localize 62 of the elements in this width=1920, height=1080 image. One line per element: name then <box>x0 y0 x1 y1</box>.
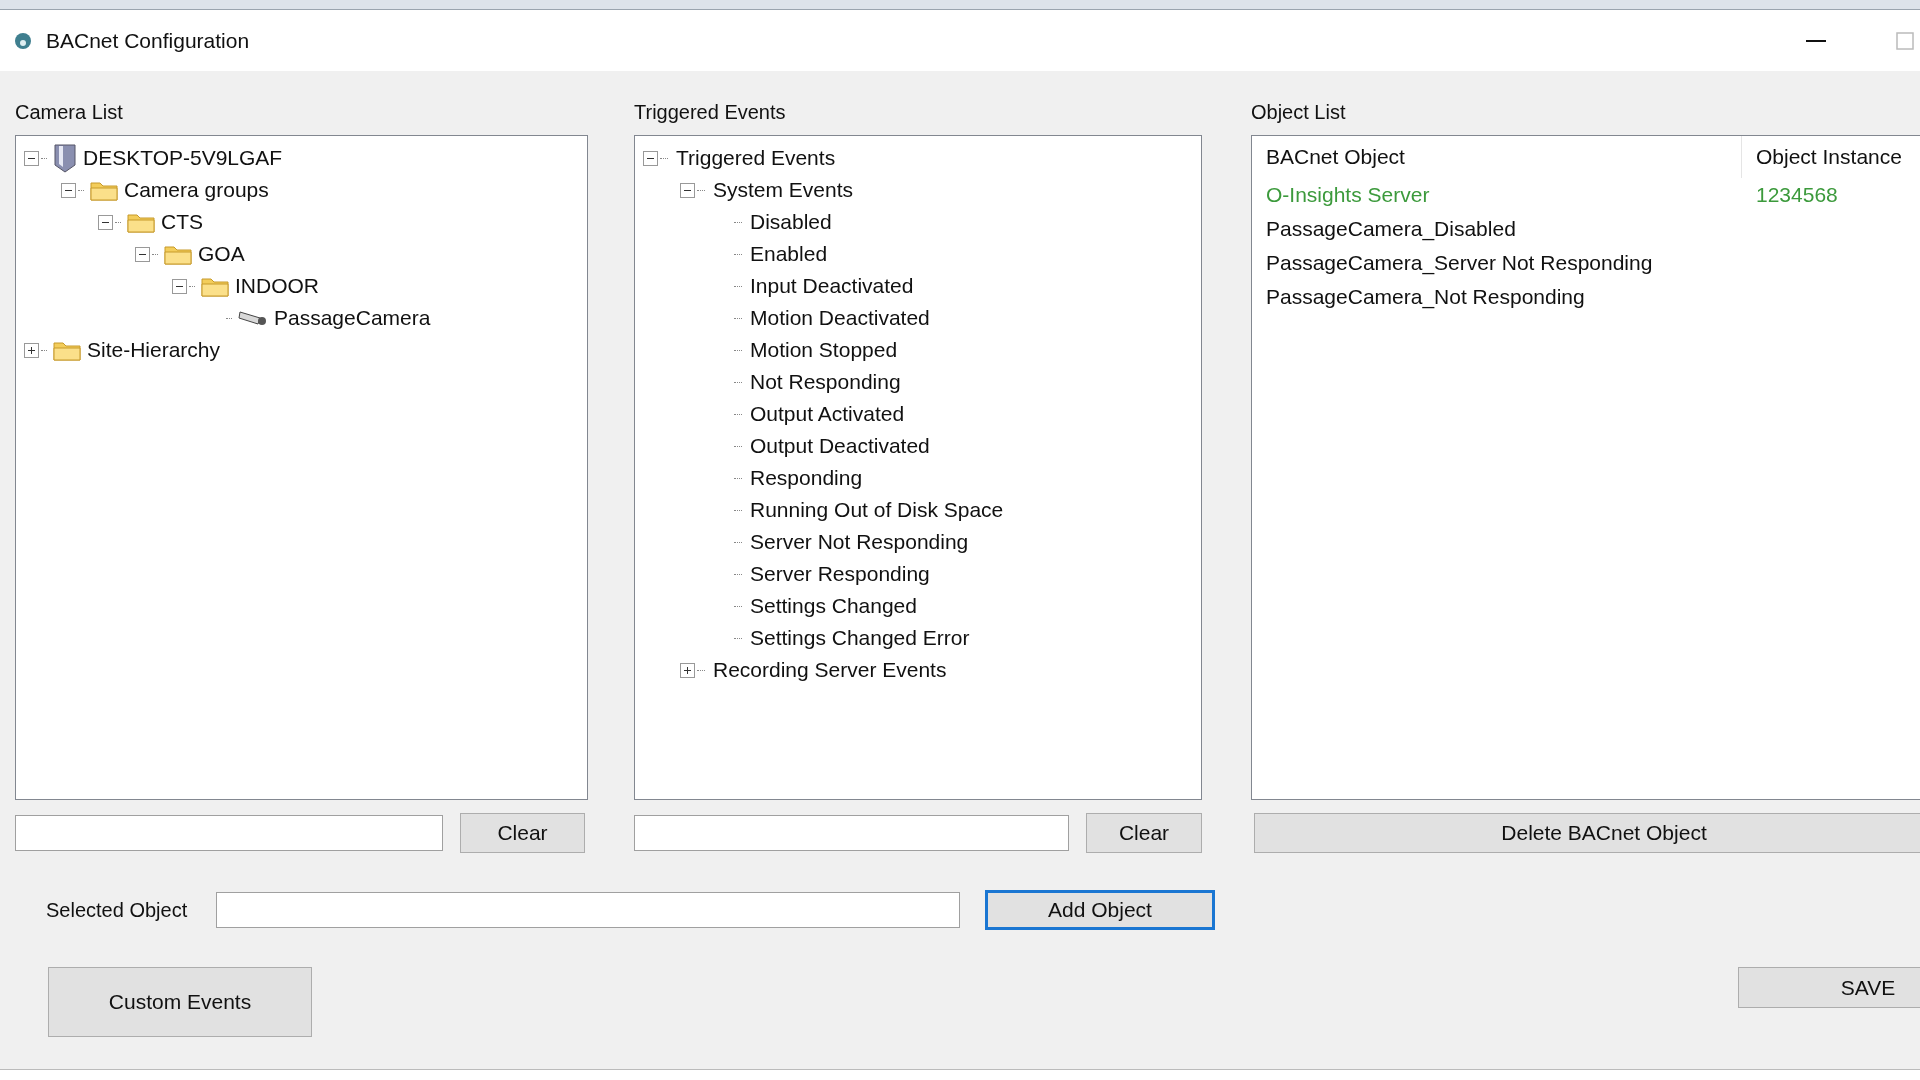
folder-icon <box>90 179 118 201</box>
tree-item[interactable]: Enabled <box>750 242 828 266</box>
tree-item[interactable]: Site-Hierarchy <box>87 338 221 362</box>
tree-item[interactable]: PassageCamera <box>274 306 431 330</box>
field-label: Selected Object <box>46 898 189 922</box>
expand-toggle[interactable] <box>24 342 39 358</box>
save-button[interactable]: SAVE <box>1738 967 1920 1008</box>
tree-item[interactable]: GOA <box>198 242 245 266</box>
column-header[interactable]: Object Instance <box>1742 136 1920 178</box>
tree-item[interactable]: CTS <box>161 210 203 234</box>
tree-item[interactable]: Server Responding <box>750 562 930 586</box>
tree-item[interactable]: Server Not Responding <box>750 530 969 554</box>
camera-icon <box>238 309 268 327</box>
collapse-toggle[interactable] <box>172 278 187 294</box>
folder-icon <box>53 339 81 361</box>
table-cell-text: O-Insights Server <box>1265 183 1431 207</box>
panel-label: Triggered Events <box>634 101 786 125</box>
tree-item[interactable]: Settings Changed Error <box>750 626 970 650</box>
tree-item[interactable]: DESKTOP-5V9LGAF <box>83 146 283 170</box>
folder-icon <box>201 275 229 297</box>
expand-toggle[interactable] <box>680 662 695 678</box>
tree-item[interactable]: Recording Server Events <box>713 658 947 682</box>
window-title: BACnet Configuration <box>46 28 251 53</box>
tree-item[interactable]: Not Responding <box>750 370 901 394</box>
tree-item[interactable]: INDOOR <box>235 274 319 298</box>
tree-item[interactable]: System Events <box>713 178 854 202</box>
collapse-toggle[interactable] <box>643 150 658 166</box>
tree-item[interactable]: Settings Changed <box>750 594 917 618</box>
clear-button[interactable]: Clear <box>460 813 585 853</box>
folder-icon <box>164 243 192 265</box>
tree-item[interactable]: Disabled <box>750 210 832 234</box>
server-icon <box>53 143 77 173</box>
collapse-toggle[interactable] <box>680 182 695 198</box>
tree-item[interactable]: Output Activated <box>750 402 905 426</box>
delete-button[interactable]: Delete BACnet Object <box>1254 813 1920 853</box>
column-header[interactable]: BACnet Object <box>1252 136 1742 178</box>
search-field[interactable] <box>634 815 1069 851</box>
tree-item[interactable]: Motion Stopped <box>750 338 898 362</box>
collapse-toggle[interactable] <box>135 246 150 262</box>
search-field[interactable] <box>15 815 443 851</box>
tree-item[interactable]: Motion Deactivated <box>750 306 930 330</box>
tree-item[interactable]: Triggered Events <box>676 146 836 170</box>
tree-item[interactable]: Output Deactivated <box>750 434 930 458</box>
selected-object-field[interactable] <box>216 892 960 928</box>
collapse-toggle[interactable] <box>98 214 113 230</box>
panel-label: Camera List <box>15 101 123 125</box>
custom-events-button[interactable]: Custom Events <box>48 967 312 1037</box>
add-object-button[interactable]: Add Object <box>985 890 1215 930</box>
collapse-toggle[interactable] <box>61 182 76 198</box>
folder-icon <box>127 211 155 233</box>
app-icon <box>14 31 32 50</box>
tree-item[interactable]: Responding <box>750 466 863 490</box>
tree-item[interactable]: Camera groups <box>124 178 269 202</box>
table-cell-text: PassageCamera_Not Responding <box>1265 285 1586 309</box>
clear-button[interactable]: Clear <box>1086 813 1202 853</box>
tree-item[interactable]: Running Out of Disk Space <box>750 498 1004 522</box>
panel-label: Object List <box>1251 101 1346 125</box>
table-cell-text: PassageCamera_Disabled <box>1265 217 1517 241</box>
table-cell-text: PassageCamera_Server Not Responding <box>1265 251 1654 275</box>
tree-item[interactable]: Input Deactivated <box>750 274 914 298</box>
collapse-toggle[interactable] <box>24 150 39 166</box>
table-cell-text: 1234568 <box>1755 183 1839 207</box>
